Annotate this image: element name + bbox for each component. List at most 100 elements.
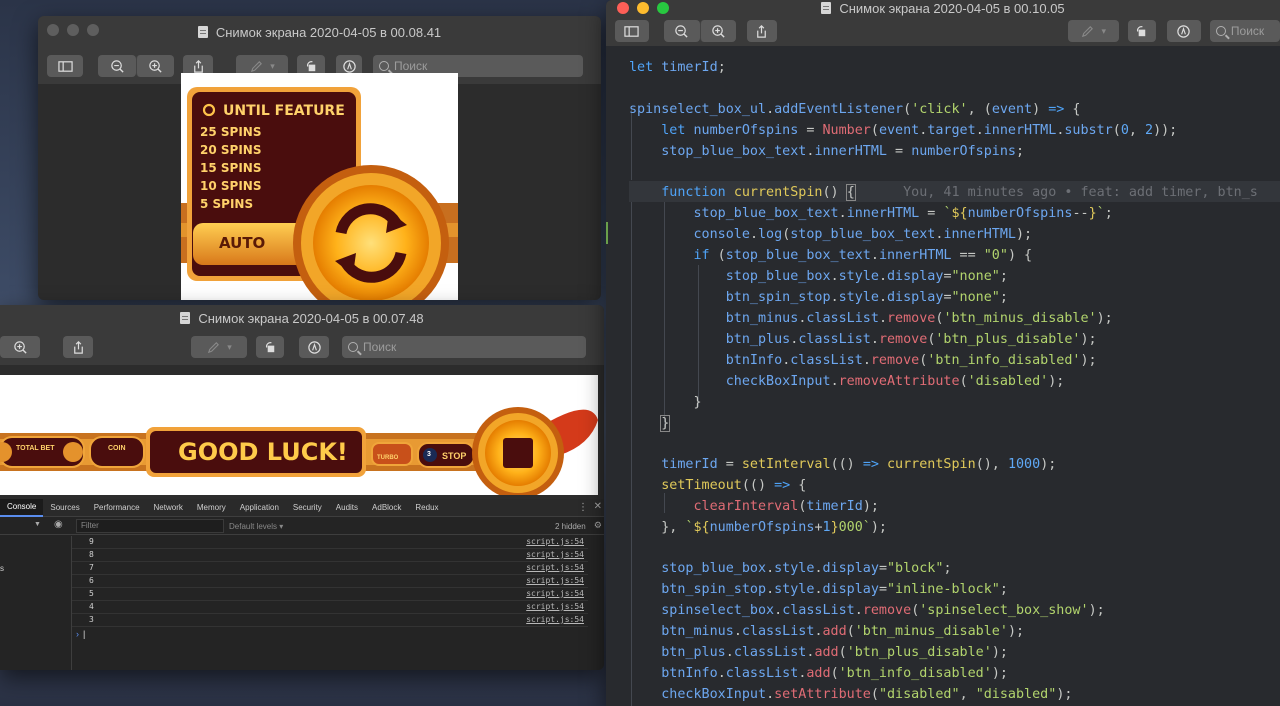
- code-line: function currentSpin() { You, 41 minutes…: [661, 184, 1258, 201]
- context-dropdown-icon[interactable]: ▼: [34, 521, 41, 528]
- preview-window-bottom: Снимок экрана 2020-04-05 в 00.07.48 ▾ По…: [0, 305, 604, 670]
- title-bar[interactable]: Снимок экрана 2020-04-05 в 00.08.41: [38, 16, 601, 48]
- zoom-button[interactable]: [657, 2, 669, 14]
- search-icon: [1215, 26, 1226, 36]
- devtools-tabs: Console Sources Performance Network Memo…: [0, 498, 604, 517]
- tab-network[interactable]: Network: [147, 499, 190, 517]
- tab-redux[interactable]: Redux: [408, 499, 445, 517]
- chevron-down-icon: ▾: [1101, 25, 1106, 36]
- minimize-button[interactable]: [67, 24, 79, 36]
- source-link[interactable]: script.js:54: [526, 614, 584, 626]
- markup-pen-button[interactable]: ▾: [191, 336, 247, 358]
- tab-adblock[interactable]: AdBlock: [365, 499, 408, 517]
- close-button[interactable]: [47, 24, 59, 36]
- stop-button[interactable]: STOP: [442, 451, 466, 461]
- zoom-out-button[interactable]: [98, 55, 136, 77]
- log-value: 4: [89, 602, 94, 611]
- code-view: let timerId; spinselect_box_ul.addEventL…: [606, 46, 1280, 706]
- code-line: timerId = setInterval(() => currentSpin(…: [661, 457, 1057, 472]
- pen-icon: [1082, 25, 1094, 37]
- console-row: 4 script.js:54: [72, 601, 588, 614]
- tab-security[interactable]: Security: [286, 499, 329, 517]
- preview-window-top: Снимок экрана 2020-04-05 в 00.08.41 ▾ По…: [38, 16, 601, 300]
- tab-application[interactable]: Application: [233, 499, 286, 517]
- search-placeholder: Поиск: [1230, 24, 1265, 38]
- markup-icon: [307, 340, 321, 354]
- zoom-button[interactable]: [87, 24, 99, 36]
- sidebar-item[interactable]: s: [0, 564, 4, 573]
- console-log: 9 script.js:54 8 script.js:54 7 script.js:5…: [72, 536, 588, 627]
- source-link[interactable]: script.js:54: [526, 575, 584, 587]
- title-bar[interactable]: Снимок экрана 2020-04-05 в 00.07.48: [0, 305, 604, 331]
- console-prompt[interactable]: › |: [76, 629, 85, 639]
- git-blame-annotation: You, 41 minutes ago • feat: add timer, b…: [903, 185, 1258, 200]
- close-button[interactable]: [617, 2, 629, 14]
- code-line: checkBoxInput.removeAttribute('disabled'…: [725, 374, 1065, 389]
- code-line: btnInfo.classList.remove('btn_info_disab…: [725, 353, 1097, 368]
- close-icon[interactable]: ✕: [594, 501, 602, 512]
- markup-button[interactable]: [299, 336, 329, 358]
- zoom-in-button[interactable]: [136, 55, 174, 77]
- tab-audits[interactable]: Audits: [329, 499, 365, 517]
- rotate-button[interactable]: [1127, 20, 1156, 42]
- tab-sources[interactable]: Sources: [43, 499, 86, 517]
- search-input[interactable]: Поиск: [342, 336, 586, 358]
- tab-memory[interactable]: Memory: [190, 499, 233, 517]
- console-filter-input[interactable]: Filter: [76, 519, 224, 533]
- log-value: 8: [89, 550, 94, 559]
- more-options-icon[interactable]: ⋮: [578, 502, 588, 513]
- spins-option[interactable]: 25 SPINS: [200, 123, 261, 141]
- auto-button[interactable]: AUTO: [219, 234, 265, 252]
- zoom-in-icon: [711, 24, 725, 38]
- document-icon: [821, 2, 832, 14]
- share-button[interactable]: [63, 336, 93, 358]
- rotate-icon: [1137, 25, 1146, 36]
- source-link[interactable]: script.js:54: [526, 536, 584, 548]
- chevron-down-icon: ▾: [270, 60, 275, 71]
- tab-console[interactable]: Console: [0, 498, 44, 517]
- spins-option[interactable]: 15 SPINS: [200, 159, 261, 177]
- spins-option[interactable]: 20 SPINS: [200, 141, 261, 159]
- share-icon: [193, 59, 203, 73]
- code-line: stop_blue_box.style.display="none";: [725, 269, 1008, 284]
- console-row: 8 script.js:54: [72, 549, 588, 562]
- spins-option[interactable]: 10 SPINS: [200, 177, 261, 195]
- document-icon: [197, 26, 208, 38]
- log-value: 9: [89, 537, 94, 546]
- markup-button[interactable]: [1166, 20, 1201, 42]
- zoom-out-button[interactable]: [663, 20, 700, 42]
- source-link[interactable]: script.js:54: [526, 562, 584, 574]
- sidebar-toggle-button[interactable]: [47, 55, 83, 77]
- log-value: 3: [89, 615, 94, 624]
- code-line: btn_minus.classList.add('btn_minus_disab…: [661, 624, 1025, 639]
- markup-icon: [1177, 24, 1191, 38]
- window-title: Снимок экрана 2020-04-05 в 00.10.05: [839, 0, 1065, 16]
- zoom-in-button[interactable]: [0, 336, 40, 358]
- sidebar-toggle-button[interactable]: [615, 20, 649, 42]
- tab-performance[interactable]: Performance: [87, 499, 147, 517]
- spins-option[interactable]: 5 SPINS: [200, 195, 261, 213]
- zoom-in-icon: [13, 340, 27, 354]
- turbo-button[interactable]: TURBO: [377, 455, 398, 461]
- minimize-button[interactable]: [637, 2, 649, 14]
- code-line: if (stop_blue_box_text.innerHTML == "0")…: [693, 248, 1033, 263]
- rotate-icon: [265, 341, 274, 352]
- zoom-in-button[interactable]: [699, 20, 736, 42]
- share-button[interactable]: [746, 20, 777, 42]
- eye-icon[interactable]: ◉: [54, 519, 63, 530]
- code-line: checkBoxInput.setAttribute("disabled", "…: [661, 687, 1073, 702]
- search-input[interactable]: Поиск: [1209, 20, 1280, 42]
- console-row: 9 script.js:54: [72, 536, 588, 549]
- title-bar[interactable]: Снимок экрана 2020-04-05 в 00.10.05: [606, 0, 1280, 16]
- window-title: Снимок экрана 2020-04-05 в 00.07.48: [198, 310, 424, 326]
- source-link[interactable]: script.js:54: [526, 588, 584, 600]
- source-link[interactable]: script.js:54: [526, 601, 584, 613]
- code-line: clearInterval(timerId);: [693, 499, 879, 514]
- stop-count: 3: [427, 451, 431, 458]
- gear-icon[interactable]: ⚙: [594, 520, 602, 531]
- rotate-button[interactable]: [256, 336, 284, 358]
- zoom-out-icon: [675, 24, 688, 38]
- log-levels-dropdown[interactable]: Default levels ▾: [229, 522, 283, 531]
- markup-pen-button[interactable]: ▾: [1067, 20, 1119, 42]
- source-link[interactable]: script.js:54: [526, 549, 584, 561]
